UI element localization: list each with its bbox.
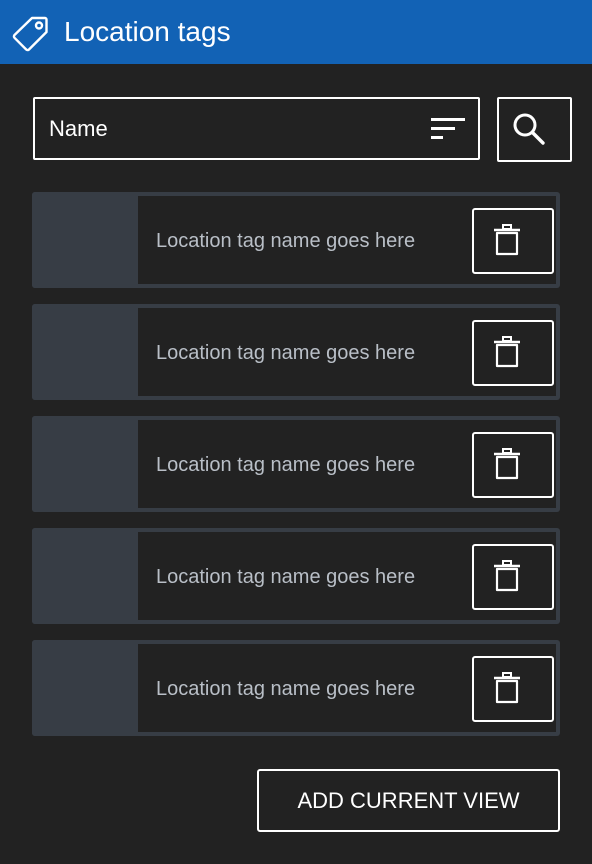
location-tag-thumbnail [32, 192, 136, 288]
location-tag-item[interactable]: Location tag name goes here [32, 192, 560, 288]
trash-icon [494, 448, 520, 480]
panel-header: Location tags [0, 0, 592, 64]
delete-tag-button[interactable] [472, 656, 554, 722]
location-tag-thumbnail [32, 416, 136, 512]
trash-icon [494, 224, 520, 256]
location-tag-list: Location tag name goes here Location tag… [32, 192, 560, 752]
trash-icon [494, 336, 520, 368]
tag-icon [12, 16, 48, 52]
delete-tag-button[interactable] [472, 432, 554, 498]
location-tag-thumbnail [32, 528, 136, 624]
location-tag-thumbnail [32, 640, 136, 736]
location-tag-item[interactable]: Location tag name goes here [32, 304, 560, 400]
trash-icon [494, 672, 520, 704]
location-tag-item[interactable]: Location tag name goes here [32, 640, 560, 736]
location-tag-thumbnail [32, 304, 136, 400]
sort-icon [431, 118, 465, 139]
search-icon [513, 113, 545, 145]
sort-dropdown[interactable]: Name [33, 97, 480, 160]
location-tag-name[interactable]: Location tag name goes here [156, 676, 415, 702]
delete-tag-button[interactable] [472, 544, 554, 610]
add-current-view-button[interactable]: ADD CURRENT VIEW [257, 769, 560, 832]
delete-tag-button[interactable] [472, 208, 554, 274]
location-tags-panel: Location tags Name Location tag name goe… [0, 0, 592, 864]
location-tag-item[interactable]: Location tag name goes here [32, 528, 560, 624]
location-tag-item[interactable]: Location tag name goes here [32, 416, 560, 512]
sort-label: Name [49, 116, 108, 141]
trash-icon [494, 560, 520, 592]
location-tag-name[interactable]: Location tag name goes here [156, 452, 415, 478]
location-tag-name[interactable]: Location tag name goes here [156, 228, 415, 254]
search-button[interactable] [497, 97, 572, 162]
location-tag-name[interactable]: Location tag name goes here [156, 340, 415, 366]
delete-tag-button[interactable] [472, 320, 554, 386]
panel-title: Location tags [64, 16, 231, 47]
location-tag-name[interactable]: Location tag name goes here [156, 564, 415, 590]
